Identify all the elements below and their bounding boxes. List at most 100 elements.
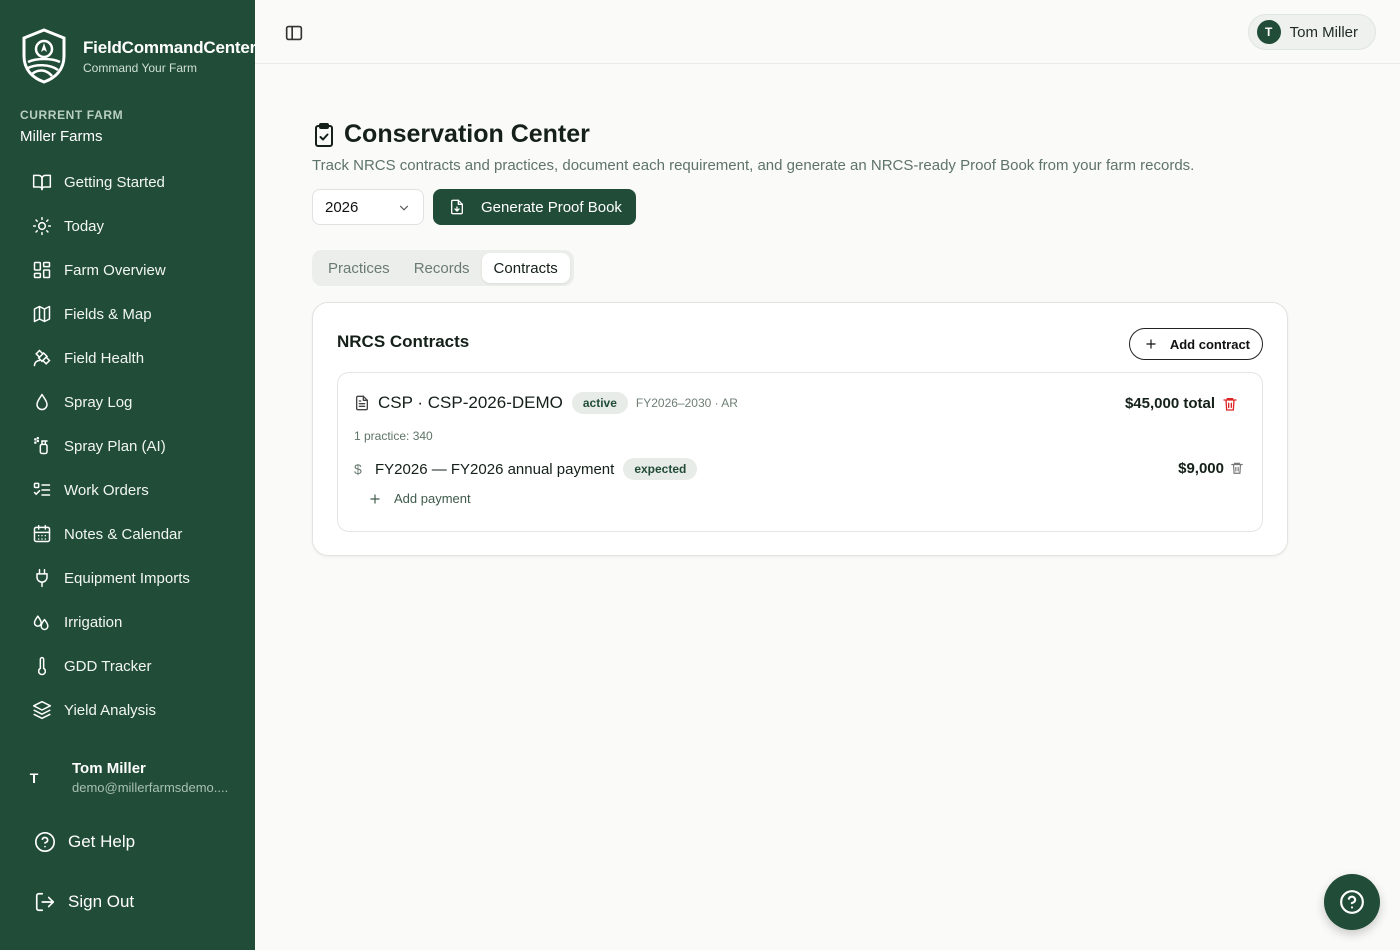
log-out-icon <box>35 892 55 912</box>
add-payment-button[interactable]: Add payment <box>368 491 471 506</box>
brand[interactable]: FieldCommandCenter Command Your Farm <box>20 28 256 84</box>
sidebar-item-label: Notes & Calendar <box>64 525 183 543</box>
brand-name: FieldCommandCenter <box>83 37 257 57</box>
contract-practices: 1 practice: 340 <box>354 429 433 443</box>
file-text-icon <box>356 395 368 411</box>
sidebar-item-label: Irrigation <box>64 613 123 631</box>
avatar: T <box>1256 20 1281 44</box>
current-farm-name[interactable]: Miller Farms <box>20 128 103 145</box>
user-menu-name: Tom Miller <box>1289 23 1358 41</box>
dollar-icon: $ <box>354 461 362 477</box>
sidebar-item-farm-overview[interactable]: Farm Overview <box>20 248 242 292</box>
satellite-icon <box>33 349 51 367</box>
sign-out-link[interactable]: Sign Out <box>34 891 134 913</box>
page-header: Conservation Center <box>312 120 590 149</box>
list-todo-icon <box>33 482 51 496</box>
sidebar-item-label: Work Orders <box>64 481 149 499</box>
sidebar-item-getting-started[interactable]: Getting Started <box>20 160 242 204</box>
sidebar-item-spray-plan[interactable]: Spray Plan (AI) <box>20 424 242 468</box>
year-select-value: 2026 <box>325 198 359 216</box>
dashboard-icon <box>33 261 51 279</box>
brand-tagline: Command Your Farm <box>83 60 198 75</box>
sidebar-item-spray-log[interactable]: Spray Log <box>20 380 242 424</box>
spray-bottle-icon <box>34 436 48 455</box>
sidebar-toggle-icon[interactable] <box>283 22 305 44</box>
sidebar-item-label: Field Health <box>64 349 145 367</box>
thermometer-icon <box>37 656 47 676</box>
layers-icon <box>32 700 52 720</box>
add-contract-label: Add contract <box>1169 336 1250 352</box>
tab-practices[interactable]: Practices <box>316 253 402 283</box>
shield-logo-icon <box>22 28 66 84</box>
payment-amount: $9,000 <box>1178 460 1224 477</box>
sidebar-item-label: Equipment Imports <box>64 569 190 587</box>
top-bar: T Tom Miller <box>255 0 1400 64</box>
add-contract-button[interactable]: Add contract <box>1128 328 1263 360</box>
tab-list: Practices Records Contracts <box>312 250 574 286</box>
sidebar-item-equipment-imports[interactable]: Equipment Imports <box>20 556 242 600</box>
payment-label: FY2026 — FY2026 annual payment <box>375 460 615 478</box>
contract-total: $45,000 total <box>1124 395 1215 412</box>
sidebar-user[interactable]: T Tom Miller demo@millerfarmsdemo.... <box>20 760 232 795</box>
sidebar-item-work-orders[interactable]: Work Orders <box>20 468 242 512</box>
sidebar-item-label: Fields & Map <box>64 305 152 323</box>
get-help-link[interactable]: Get Help <box>34 831 135 853</box>
user-menu-button[interactable]: T Tom Miller <box>1247 14 1376 50</box>
sidebar-item-label: Spray Plan (AI) <box>64 437 166 455</box>
add-payment-label: Add payment <box>394 491 471 506</box>
sidebar-item-gdd-tracker[interactable]: GDD Tracker <box>20 644 242 688</box>
payment-status-badge: expected <box>623 458 698 480</box>
sidebar-item-label: Today <box>64 217 105 235</box>
sidebar-item-yield-analysis[interactable]: Yield Analysis <box>20 688 242 732</box>
year-select[interactable]: 2026 <box>312 189 424 225</box>
sidebar-item-today[interactable]: Today <box>20 204 242 248</box>
sidebar: FieldCommandCenter Command Your Farm CUR… <box>0 0 256 950</box>
help-circle-icon <box>1340 890 1364 914</box>
sidebar-item-label: Getting Started <box>64 173 165 191</box>
chevron-down-icon <box>399 205 409 211</box>
generate-proof-book-button[interactable]: Generate Proof Book <box>433 189 636 225</box>
plus-icon <box>370 493 380 504</box>
contract-item[interactable]: CSP · CSP-2026-DEMO active FY2026–2030 ·… <box>337 372 1263 532</box>
sign-out-label: Sign Out <box>68 892 135 911</box>
current-farm-label: CURRENT FARM <box>20 108 124 122</box>
tab-contracts[interactable]: Contracts <box>481 253 570 283</box>
droplet-icon <box>36 393 48 411</box>
get-help-label: Get Help <box>68 832 136 851</box>
sidebar-item-notes-calendar[interactable]: Notes & Calendar <box>20 512 242 556</box>
nrcs-contracts-card: NRCS Contracts Add contract CSP · CSP-20… <box>312 302 1288 556</box>
avatar: T <box>29 769 39 786</box>
user-email: demo@millerfarmsdemo.... <box>72 780 229 795</box>
file-download-icon <box>451 199 463 215</box>
plug-icon <box>36 568 48 588</box>
droplets-icon <box>33 615 49 631</box>
delete-contract-trash-icon[interactable] <box>1222 396 1238 412</box>
sidebar-item-field-health[interactable]: Field Health <box>20 336 242 380</box>
status-badge: active <box>571 392 628 414</box>
page-subtitle: Track NRCS contracts and practices, docu… <box>312 157 1195 174</box>
user-name: Tom Miller <box>72 760 146 777</box>
sidebar-item-label: Spray Log <box>64 393 133 411</box>
sidebar-item-label: Farm Overview <box>64 261 166 279</box>
payment-row: $ FY2026 — FY2026 annual payment expecte… <box>354 458 698 480</box>
contract-name: CSP · CSP-2026-DEMO <box>378 393 563 412</box>
delete-payment-trash-icon[interactable] <box>1230 461 1244 475</box>
sidebar-nav: Getting Started Today Farm Overview Fiel… <box>20 160 242 732</box>
card-title: NRCS Contracts <box>337 332 470 351</box>
sidebar-item-irrigation[interactable]: Irrigation <box>20 600 242 644</box>
clipboard-check-icon <box>315 122 333 147</box>
sidebar-item-fields-map[interactable]: Fields & Map <box>20 292 242 336</box>
contract-meta: FY2026–2030 · AR <box>635 396 738 410</box>
tab-records[interactable]: Records <box>402 253 482 283</box>
generate-proof-book-label: Generate Proof Book <box>481 198 622 216</box>
help-circle-icon <box>35 832 55 852</box>
map-icon <box>33 305 51 323</box>
sidebar-item-label: Yield Analysis <box>64 701 156 719</box>
plus-icon <box>1146 339 1156 349</box>
contract-header: CSP · CSP-2026-DEMO active FY2026–2030 ·… <box>354 392 738 414</box>
help-fab-button[interactable] <box>1324 874 1380 930</box>
sun-icon <box>32 216 52 236</box>
sidebar-item-label: GDD Tracker <box>64 657 152 675</box>
book-open-icon <box>32 174 52 191</box>
calendar-icon <box>33 524 51 543</box>
